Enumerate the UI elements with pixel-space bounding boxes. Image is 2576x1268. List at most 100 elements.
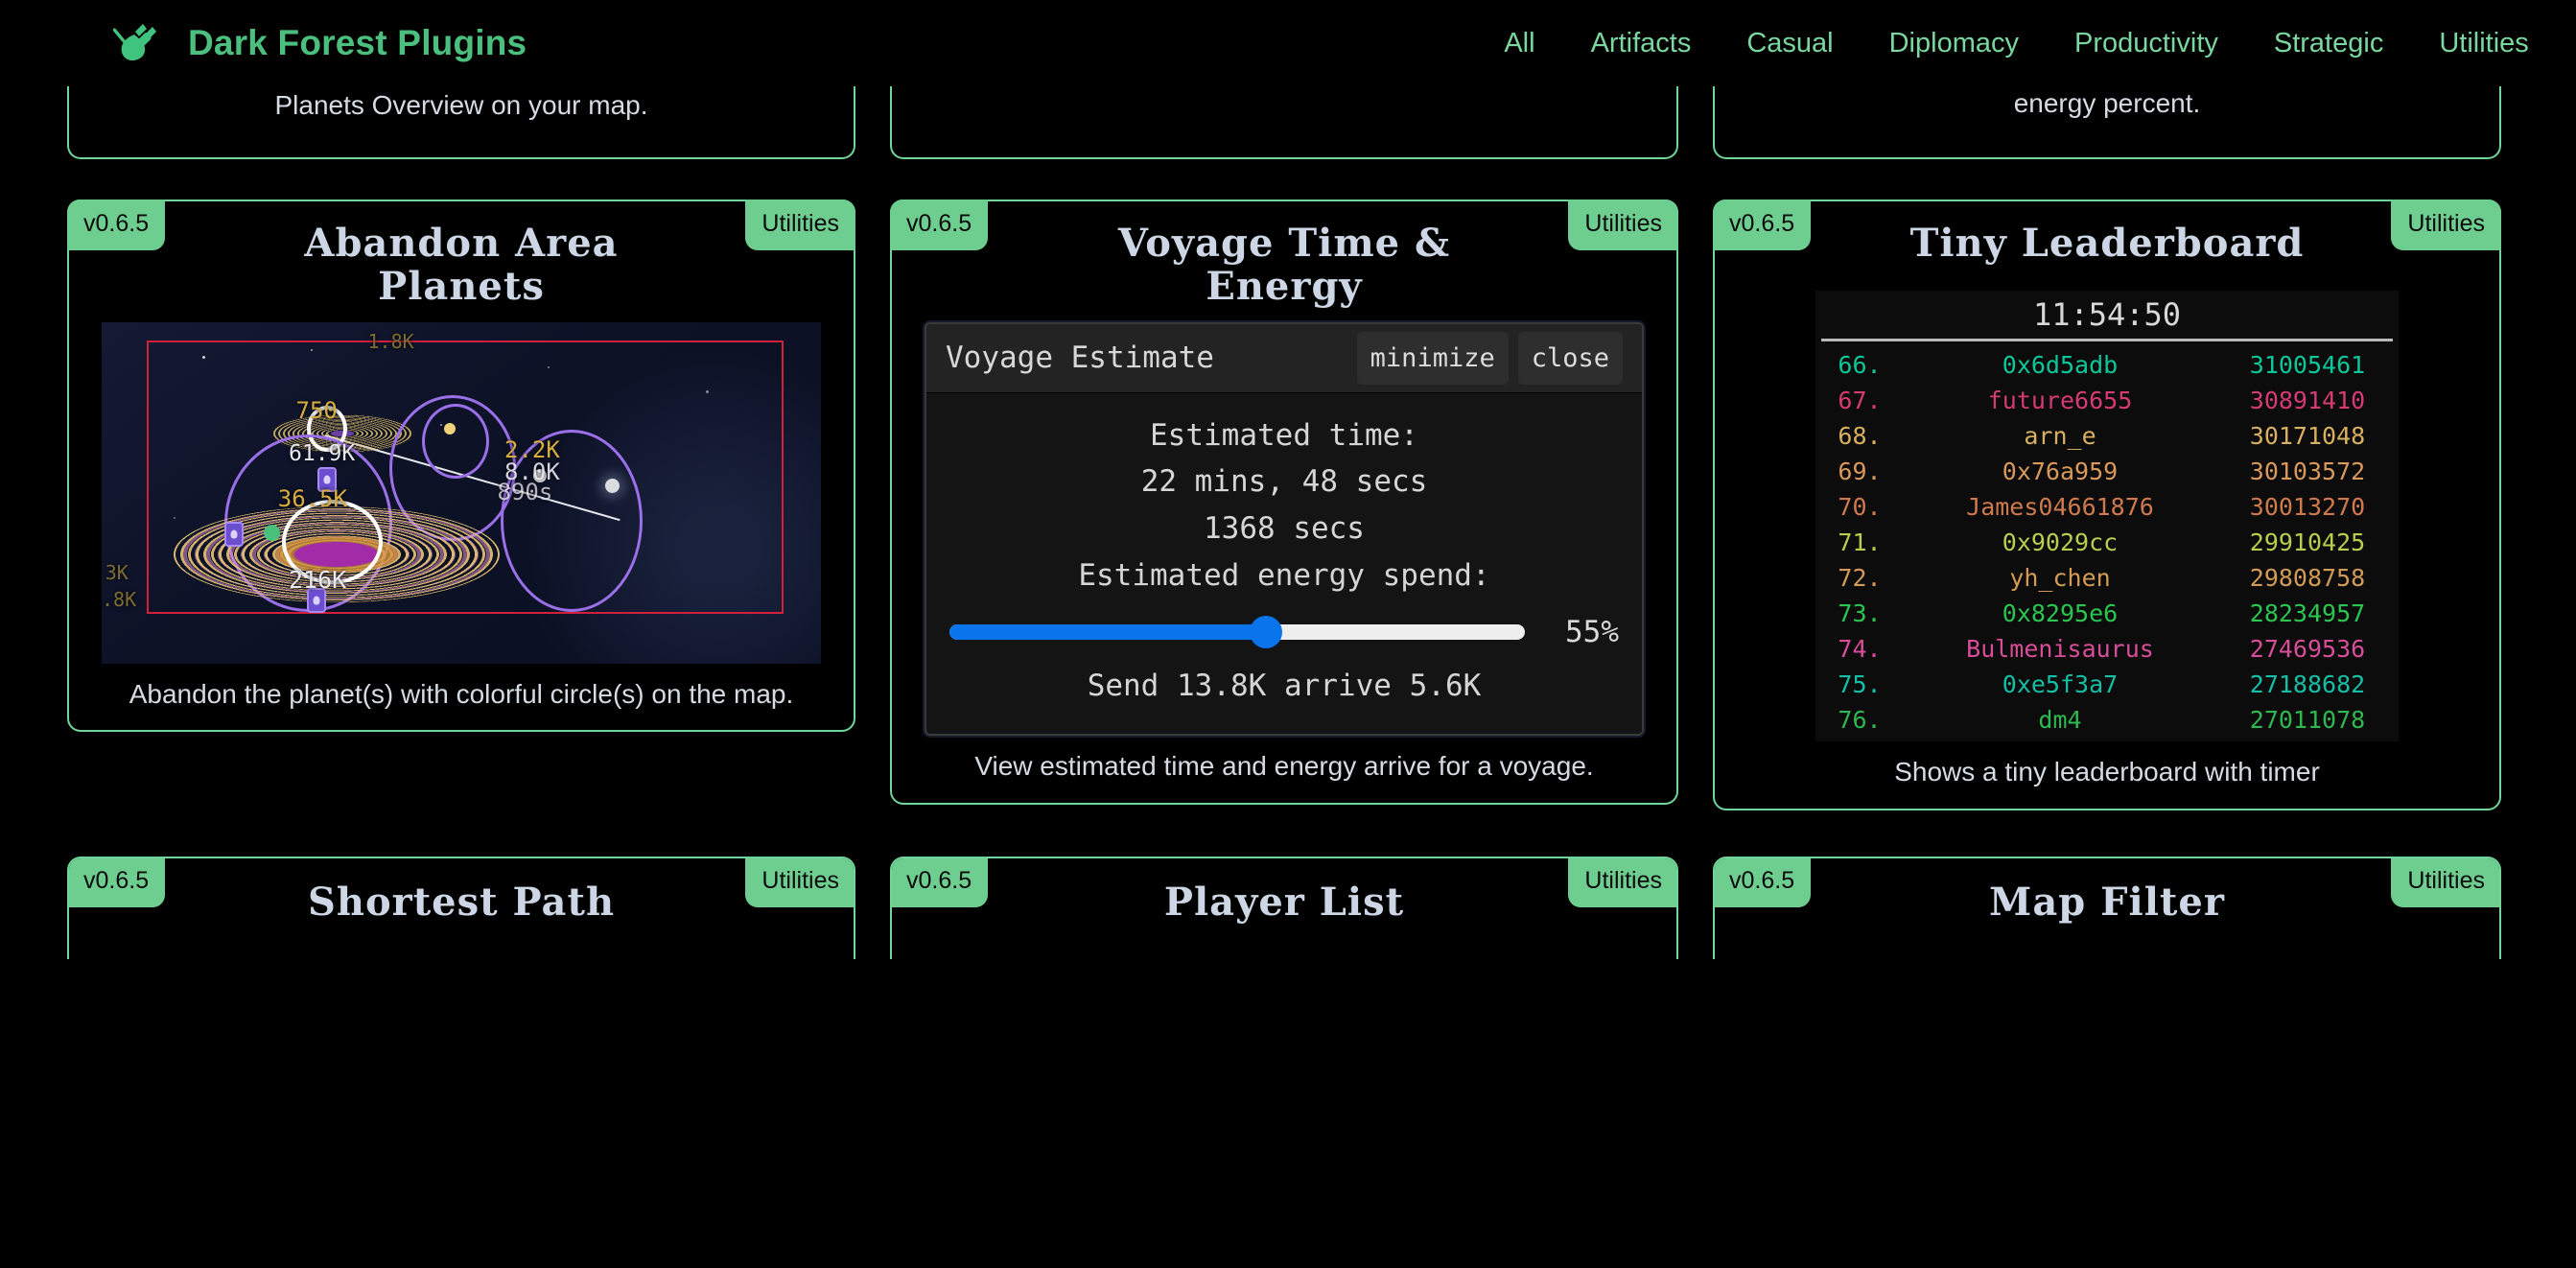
- card-title: Abandon Area Planets: [304, 221, 619, 309]
- selection-circle: [421, 404, 489, 480]
- plugin-card-partial[interactable]: Circle your friends' planets with pink c…: [890, 86, 1678, 159]
- nav-item-productivity[interactable]: Productivity: [2047, 28, 2246, 59]
- card-title: Tiny Leaderboard: [1909, 221, 2305, 266]
- leaderboard-row: 70. James04661876 30013270: [1815, 489, 2399, 525]
- card-description: Circle your friends' planets with pink c…: [992, 86, 1577, 106]
- leaderboard-score: 27188682: [2249, 669, 2366, 698]
- voyage-panel-header: Voyage Estimate minimize close: [926, 323, 1642, 393]
- energy-slider[interactable]: [949, 615, 1525, 648]
- leaderboard-player-name: 0x8295e6: [2002, 599, 2119, 627]
- map-label: 3K: [105, 560, 129, 584]
- category-badge[interactable]: Utilities: [1568, 857, 1676, 907]
- leaderboard-row: 67. future6655 30891410: [1815, 383, 2399, 418]
- leaderboard-score: 29910425: [2249, 528, 2366, 556]
- nav-item-utilities[interactable]: Utilities: [2411, 28, 2556, 59]
- brand[interactable]: Dark Forest Plugins: [112, 18, 527, 68]
- nav-item-casual[interactable]: Casual: [1719, 28, 1861, 59]
- leaderboard-row: 69. 0x76a959 30103572: [1815, 454, 2399, 489]
- leaderboard-row: 68. arn_e 30171048: [1815, 418, 2399, 454]
- leaderboard-rank: 73.: [1838, 599, 1882, 627]
- nav-item-submit-plugin[interactable]: Submit plugin: [2557, 28, 2576, 59]
- leaderboard-rank: 71.: [1838, 528, 1882, 556]
- brand-title: Dark Forest Plugins: [188, 23, 527, 62]
- energy-slider-thumb[interactable]: [1250, 615, 1282, 648]
- leaderboard-score: 28234957: [2249, 599, 2366, 627]
- card-title: Player List: [1163, 879, 1405, 925]
- main-card-row: v0.6.5 Utilities Abandon Area Planets 1.…: [67, 200, 2509, 810]
- version-badge: v0.6.5: [1713, 200, 1812, 250]
- leaderboard-player-name: 0x76a959: [2002, 457, 2119, 485]
- minimize-button[interactable]: minimize: [1356, 331, 1509, 385]
- plugin-card-partial[interactable]: Show how many blocks need to wait to cap…: [1713, 86, 2501, 159]
- category-badge[interactable]: Utilities: [745, 200, 855, 250]
- leaderboard-player-name: dm4: [2038, 705, 2082, 734]
- map-label: .8K: [102, 588, 137, 612]
- category-badge[interactable]: Utilities: [2391, 857, 2499, 907]
- map-label: 750: [295, 396, 338, 424]
- leaderboard-row: 75. 0xe5f3a7 27188682: [1815, 667, 2399, 702]
- leaderboard-row: 72. yh_chen 29808758: [1815, 560, 2399, 596]
- plugin-card-partial[interactable]: Planets Overview on your map.: [67, 86, 855, 159]
- artifact-icon: [223, 521, 244, 547]
- card-title: Voyage Time & Energy: [1117, 221, 1451, 309]
- leaderboard-score: 30171048: [2249, 421, 2366, 450]
- energy-slider-value: 55%: [1565, 614, 1619, 649]
- plugin-card-player-list[interactable]: v0.6.5 Utilities Player List: [890, 856, 1678, 959]
- card-media: Voyage Estimate minimize close Estimated…: [892, 321, 1676, 737]
- map-label: 1.8K: [367, 330, 414, 354]
- leaderboard-score: 29808758: [2249, 563, 2366, 592]
- leaderboard-row: 74. Bulmenisaurus 27469536: [1815, 631, 2399, 667]
- leaderboard-player-name: arn_e: [2024, 421, 2096, 450]
- voyage-panel-body: Estimated time: 22 mins, 48 secs 1368 se…: [926, 392, 1642, 735]
- card-media: 11:54:50 66. 0x6d5adb 31005461 67. future665…: [1715, 279, 2499, 741]
- leaderboard-score: 30103572: [2249, 457, 2366, 485]
- partial-top-row: Planets Overview on your map. Circle you…: [67, 86, 2509, 159]
- estimated-time-seconds: 1368 secs: [1204, 511, 1365, 547]
- map-label: 36.5K: [277, 485, 347, 513]
- card-description: Show how many blocks need to wait to cap…: [2013, 87, 2201, 118]
- voyage-panel-title: Voyage Estimate: [946, 340, 1214, 376]
- version-badge: v0.6.5: [67, 200, 166, 250]
- leaderboard-rank: 72.: [1838, 563, 1882, 592]
- leaderboard-player-name: James04661876: [1966, 492, 2154, 521]
- plugin-card-voyage-time-energy[interactable]: v0.6.5 Utilities Voyage Time & Energy Vo…: [890, 200, 1678, 810]
- nav-item-all[interactable]: All: [1476, 28, 1562, 59]
- estimated-time-value: 22 mins, 48 secs: [1140, 464, 1428, 500]
- plugin-card-shortest-path[interactable]: v0.6.5 Utilities Shortest Path: [67, 856, 855, 959]
- plugin-card-map-filter[interactable]: v0.6.5 Utilities Map Filter: [1713, 856, 2501, 959]
- leaderboard-rank: 76.: [1838, 705, 1882, 734]
- voyage-estimate-panel: Voyage Estimate minimize close Estimated…: [925, 321, 1644, 737]
- plugin-card-abandon-area-planets[interactable]: v0.6.5 Utilities Abandon Area Planets 1.…: [67, 200, 855, 810]
- plug-icon: [112, 18, 163, 68]
- leaderboard-score: 30891410: [2249, 386, 2366, 414]
- plugin-card-tiny-leaderboard[interactable]: v0.6.5 Utilities Tiny Leaderboard 11:54:…: [1713, 200, 2501, 810]
- card-description: Shows a tiny leaderboard with timer: [1894, 756, 2320, 787]
- version-badge: v0.6.5: [892, 857, 989, 907]
- site-header: Dark Forest Plugins All Artifacts Casual…: [0, 0, 2576, 86]
- voyage-result: Send 13.8K arrive 5.6K: [1087, 668, 1482, 703]
- leaderboard-player-name: 0x9029cc: [2002, 528, 2119, 556]
- leaderboard-row: 66. 0x6d5adb 31005461: [1815, 347, 2399, 383]
- category-badge[interactable]: Utilities: [2391, 200, 2501, 250]
- nav-item-artifacts[interactable]: Artifacts: [1563, 28, 1720, 59]
- category-badge[interactable]: Utilities: [1568, 200, 1678, 250]
- plugin-grid: Planets Overview on your map. Circle you…: [0, 86, 2576, 1005]
- leaderboard-rank: 70.: [1838, 492, 1882, 521]
- energy-slider-fill: [949, 623, 1266, 640]
- leaderboard-rows: 66. 0x6d5adb 31005461 67. future6655 30891410…: [1815, 347, 2399, 738]
- leaderboard-panel: 11:54:50 66. 0x6d5adb 31005461 67. future665…: [1815, 290, 2399, 741]
- leaderboard-player-name: future6655: [1987, 386, 2133, 414]
- close-button[interactable]: close: [1517, 331, 1623, 385]
- card-media: 1.8K 750 61.9K 36.5K 216K 2.2K 8.0K 890s…: [69, 321, 854, 664]
- leaderboard-player-name: Bulmenisaurus: [1966, 634, 2154, 663]
- card-description: Planets Overview on your map.: [274, 90, 648, 120]
- card-title: Shortest Path: [307, 879, 616, 925]
- nav-item-diplomacy[interactable]: Diplomacy: [1862, 28, 2047, 59]
- leaderboard-row: 73. 0x8295e6 28234957: [1815, 596, 2399, 631]
- version-badge: v0.6.5: [1715, 857, 1812, 907]
- map-label: 216K: [289, 566, 347, 595]
- category-badge[interactable]: Utilities: [745, 857, 854, 907]
- nav-item-strategic[interactable]: Strategic: [2246, 28, 2411, 59]
- leaderboard-rank: 68.: [1838, 421, 1882, 450]
- map-label: 61.9K: [289, 441, 356, 467]
